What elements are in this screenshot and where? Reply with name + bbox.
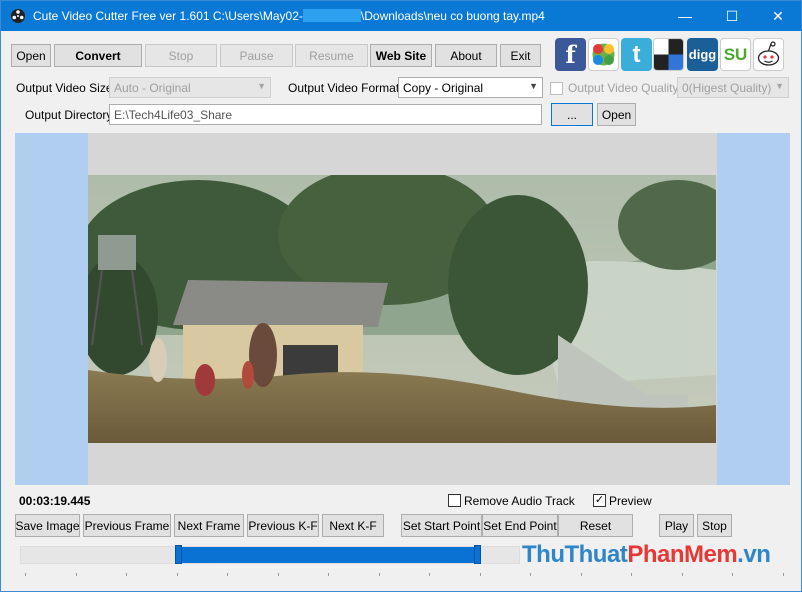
timeline-tick <box>681 573 683 576</box>
timeline-tick <box>227 573 228 576</box>
preview-label: Preview <box>609 494 652 508</box>
window-title: Cute Video Cutter Free ver 1.601 C:\User… <box>33 9 545 23</box>
redacted-block <box>302 9 361 22</box>
output-directory-field[interactable]: E:\Tech4Life03_Share <box>109 104 542 125</box>
timeline-tick <box>732 573 733 576</box>
google-icon[interactable] <box>588 38 619 71</box>
website-button[interactable]: Web Site <box>370 44 432 67</box>
set-start-point-button[interactable]: Set Start Point <box>401 514 482 537</box>
maximize-button[interactable]: ☐ <box>709 1 755 31</box>
chevron-down-icon: ▼ <box>257 81 266 91</box>
timeline-tick <box>25 573 26 576</box>
minimize-icon: — <box>678 8 692 24</box>
title-bar[interactable]: Cute Video Cutter Free ver 1.601 C:\User… <box>1 1 801 31</box>
watermark-part-2: PhanMem <box>627 541 738 568</box>
watermark-part-3: .vn <box>737 541 771 568</box>
output-video-quality-checkbox[interactable] <box>550 82 563 95</box>
output-video-format-select[interactable]: Copy - Original ▼ <box>398 77 543 98</box>
output-video-size-value: Auto - Original <box>114 81 191 95</box>
timeline-tick <box>328 573 329 576</box>
watermark: ThuThuatPhanMem.vn <box>522 541 771 569</box>
timeline-tick <box>580 573 582 576</box>
watermark-part-1: ThuThuat <box>522 541 628 568</box>
chevron-down-icon: ▼ <box>529 81 538 91</box>
timeline-tick <box>479 573 481 576</box>
timeline-tick <box>75 573 77 576</box>
timeline-selection[interactable] <box>178 547 478 563</box>
remove-audio-checkbox[interactable] <box>448 494 461 507</box>
current-time: 00:03:19.445 <box>19 494 91 508</box>
output-video-format-label: Output Video Format: <box>288 81 403 95</box>
minimize-button[interactable]: — <box>662 1 708 31</box>
previous-frame-button[interactable]: Previous Frame <box>83 514 171 537</box>
exit-button[interactable]: Exit <box>500 44 541 67</box>
output-directory-label: Output Directory: <box>25 108 116 122</box>
reset-button[interactable]: Reset <box>558 514 633 537</box>
app-window: Cute Video Cutter Free ver 1.601 C:\User… <box>0 0 802 592</box>
timeline-tick <box>378 573 380 576</box>
video-frame <box>88 175 716 443</box>
save-image-button[interactable]: Save Image <box>15 514 80 537</box>
output-video-size-label: Output Video Size: <box>16 81 116 95</box>
set-end-point-button[interactable]: Set End Point <box>482 514 558 537</box>
video-canvas <box>88 133 717 485</box>
facebook-icon[interactable]: f <box>555 38 586 71</box>
output-video-quality-value: 0(Higest Quality) <box>682 81 772 95</box>
stumbleupon-icon[interactable]: SU <box>720 38 751 71</box>
digg-icon[interactable]: digg <box>687 38 718 71</box>
convert-button[interactable]: Convert <box>54 44 142 67</box>
remove-audio-label: Remove Audio Track <box>464 494 575 508</box>
timeline-tick <box>530 573 531 576</box>
timeline-tick <box>277 573 279 576</box>
close-icon: ✕ <box>772 7 784 24</box>
next-keyframe-button[interactable]: Next K-F <box>322 514 384 537</box>
window-title-suffix: \Downloads\neu co buong tay.mp4 <box>360 9 545 23</box>
output-video-size-select[interactable]: Auto - Original ▼ <box>109 77 271 98</box>
timeline-tick <box>429 573 430 576</box>
start-point-handle[interactable] <box>175 545 182 564</box>
output-video-format-value: Copy - Original <box>403 81 484 95</box>
open-file-button[interactable]: Open <box>11 44 51 67</box>
pause-button[interactable]: Pause <box>220 44 293 67</box>
close-button[interactable]: ✕ <box>755 1 801 31</box>
end-point-handle[interactable] <box>474 545 481 564</box>
chevron-down-icon: ▼ <box>775 81 784 91</box>
twitter-icon[interactable]: t <box>621 38 652 71</box>
output-video-quality-label: Output Video Quality <box>568 81 679 95</box>
timeline-tick <box>782 573 784 576</box>
output-video-quality-select[interactable]: 0(Higest Quality) ▼ <box>677 77 789 98</box>
preview-checkbox[interactable]: ✓ <box>593 494 606 507</box>
reddit-shape <box>757 41 780 66</box>
timeline-tick <box>631 573 632 576</box>
stop-playback-button[interactable]: Stop <box>697 514 732 537</box>
open-directory-button[interactable]: Open <box>597 103 636 126</box>
delicious-icon[interactable] <box>653 38 684 71</box>
stop-convert-button[interactable]: Stop <box>145 44 217 67</box>
video-frame-image <box>88 175 716 443</box>
reddit-icon[interactable] <box>753 38 784 71</box>
browse-directory-button[interactable]: ... <box>551 103 593 126</box>
window-title-prefix: Cute Video Cutter Free ver 1.601 C:\User… <box>33 9 303 23</box>
previous-keyframe-button[interactable]: Previous K-F <box>247 514 319 537</box>
next-frame-button[interactable]: Next Frame <box>174 514 244 537</box>
timeline-tick <box>126 573 127 576</box>
checkmark-icon: ✓ <box>594 494 605 506</box>
play-button[interactable]: Play <box>659 514 694 537</box>
maximize-icon: ☐ <box>725 7 739 24</box>
timeline-tick <box>176 573 178 576</box>
film-reel-icon <box>11 9 25 23</box>
video-preview-area <box>15 133 790 485</box>
about-button[interactable]: About <box>435 44 497 67</box>
google-shape <box>592 43 615 66</box>
resume-button[interactable]: Resume <box>295 44 368 67</box>
delicious-shape <box>654 39 683 70</box>
